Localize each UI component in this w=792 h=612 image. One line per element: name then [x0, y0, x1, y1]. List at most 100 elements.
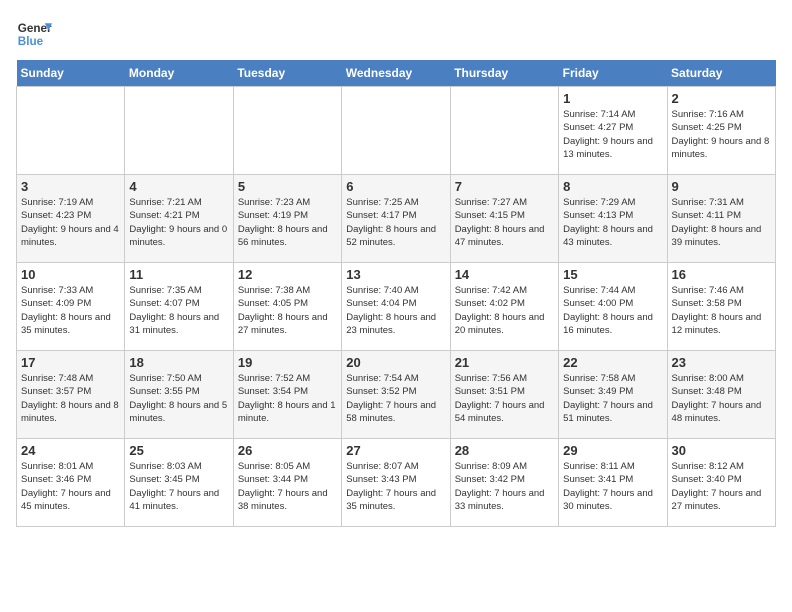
day-info: Sunrise: 7:52 AM Sunset: 3:54 PM Dayligh…: [238, 372, 337, 425]
calendar-week-row: 1 Sunrise: 7:14 AM Sunset: 4:27 PM Daylig…: [17, 87, 776, 175]
calendar-cell: 13Sunrise: 7:40 AM Sunset: 4:04 PM Dayli…: [342, 263, 450, 351]
day-info: Sunrise: 8:09 AM Sunset: 3:42 PM Dayligh…: [455, 460, 554, 513]
calendar-cell: 19 Sunrise: 7:52 AM Sunset: 3:54 PM Dayli…: [233, 351, 341, 439]
calendar-cell: [342, 87, 450, 175]
day-info: Sunrise: 7:16 AM Sunset: 4:25 PM Dayligh…: [672, 108, 771, 161]
weekday-header: Sunday: [17, 60, 125, 87]
day-info: Sunrise: 8:03 AM Sunset: 3:45 PM Dayligh…: [129, 460, 228, 513]
day-info: Sunrise: 7:58 AM Sunset: 3:49 PM Dayligh…: [563, 372, 662, 425]
day-number: 13: [346, 267, 445, 282]
day-number: 28: [455, 443, 554, 458]
calendar-cell: 24 Sunrise: 8:01 AM Sunset: 3:46 PM Dayli…: [17, 439, 125, 527]
day-info: Sunrise: 7:29 AM Sunset: 4:13 PM Dayligh…: [563, 196, 662, 249]
calendar-cell: 30Sunrise: 8:12 AM Sunset: 3:40 PM Dayli…: [667, 439, 775, 527]
calendar-cell: 18 Sunrise: 7:50 AM Sunset: 3:55 PM Dayli…: [125, 351, 233, 439]
day-number: 15: [563, 267, 662, 282]
day-info: Sunrise: 7:50 AM Sunset: 3:55 PM Dayligh…: [129, 372, 228, 425]
calendar-cell: 12Sunrise: 7:38 AM Sunset: 4:05 PM Dayli…: [233, 263, 341, 351]
day-info: Sunrise: 7:38 AM Sunset: 4:05 PM Dayligh…: [238, 284, 337, 337]
calendar-cell: [17, 87, 125, 175]
day-info: Sunrise: 7:44 AM Sunset: 4:00 PM Dayligh…: [563, 284, 662, 337]
calendar-cell: 9 Sunrise: 7:31 AM Sunset: 4:11 PM Daylig…: [667, 175, 775, 263]
day-number: 29: [563, 443, 662, 458]
day-info: Sunrise: 8:05 AM Sunset: 3:44 PM Dayligh…: [238, 460, 337, 513]
calendar-cell: 27 Sunrise: 8:07 AM Sunset: 3:43 PM Dayli…: [342, 439, 450, 527]
calendar-cell: 5 Sunrise: 7:23 AM Sunset: 4:19 PM Daylig…: [233, 175, 341, 263]
day-info: Sunrise: 7:25 AM Sunset: 4:17 PM Dayligh…: [346, 196, 445, 249]
day-info: Sunrise: 7:48 AM Sunset: 3:57 PM Dayligh…: [21, 372, 120, 425]
calendar-cell: 22 Sunrise: 7:58 AM Sunset: 3:49 PM Dayli…: [559, 351, 667, 439]
day-number: 24: [21, 443, 120, 458]
day-number: 20: [346, 355, 445, 370]
day-number: 3: [21, 179, 120, 194]
day-info: Sunrise: 7:35 AM Sunset: 4:07 PM Dayligh…: [129, 284, 228, 337]
calendar-week-row: 3 Sunrise: 7:19 AM Sunset: 4:23 PM Daylig…: [17, 175, 776, 263]
calendar-cell: 26 Sunrise: 8:05 AM Sunset: 3:44 PM Dayli…: [233, 439, 341, 527]
calendar-cell: 7Sunrise: 7:27 AM Sunset: 4:15 PM Daylig…: [450, 175, 558, 263]
calendar-cell: 17 Sunrise: 7:48 AM Sunset: 3:57 PM Dayli…: [17, 351, 125, 439]
weekday-header: Thursday: [450, 60, 558, 87]
weekday-header-row: SundayMondayTuesdayWednesdayThursdayFrid…: [17, 60, 776, 87]
calendar-cell: 20 Sunrise: 7:54 AM Sunset: 3:52 PM Dayli…: [342, 351, 450, 439]
day-number: 22: [563, 355, 662, 370]
day-info: Sunrise: 7:33 AM Sunset: 4:09 PM Dayligh…: [21, 284, 120, 337]
day-info: Sunrise: 7:19 AM Sunset: 4:23 PM Dayligh…: [21, 196, 120, 249]
day-number: 16: [672, 267, 771, 282]
calendar-cell: 14 Sunrise: 7:42 AM Sunset: 4:02 PM Dayli…: [450, 263, 558, 351]
logo-icon: General Blue: [16, 16, 52, 52]
calendar-cell: 25 Sunrise: 8:03 AM Sunset: 3:45 PM Dayli…: [125, 439, 233, 527]
calendar-cell: 2Sunrise: 7:16 AM Sunset: 4:25 PM Daylig…: [667, 87, 775, 175]
day-number: 11: [129, 267, 228, 282]
day-number: 30: [672, 443, 771, 458]
day-number: 4: [129, 179, 228, 194]
day-number: 8: [563, 179, 662, 194]
day-number: 25: [129, 443, 228, 458]
calendar-cell: [125, 87, 233, 175]
day-info: Sunrise: 7:31 AM Sunset: 4:11 PM Dayligh…: [672, 196, 771, 249]
calendar-cell: [233, 87, 341, 175]
day-number: 26: [238, 443, 337, 458]
calendar-cell: 1 Sunrise: 7:14 AM Sunset: 4:27 PM Daylig…: [559, 87, 667, 175]
day-info: Sunrise: 8:01 AM Sunset: 3:46 PM Dayligh…: [21, 460, 120, 513]
weekday-header: Tuesday: [233, 60, 341, 87]
logo: General Blue: [16, 16, 52, 52]
calendar-cell: 10 Sunrise: 7:33 AM Sunset: 4:09 PM Dayli…: [17, 263, 125, 351]
day-number: 21: [455, 355, 554, 370]
day-info: Sunrise: 8:07 AM Sunset: 3:43 PM Dayligh…: [346, 460, 445, 513]
day-info: Sunrise: 7:42 AM Sunset: 4:02 PM Dayligh…: [455, 284, 554, 337]
day-info: Sunrise: 8:11 AM Sunset: 3:41 PM Dayligh…: [563, 460, 662, 513]
calendar-cell: 28 Sunrise: 8:09 AM Sunset: 3:42 PM Dayli…: [450, 439, 558, 527]
day-number: 10: [21, 267, 120, 282]
day-info: Sunrise: 7:54 AM Sunset: 3:52 PM Dayligh…: [346, 372, 445, 425]
calendar-week-row: 17 Sunrise: 7:48 AM Sunset: 3:57 PM Dayli…: [17, 351, 776, 439]
day-number: 1: [563, 91, 662, 106]
calendar-cell: 6Sunrise: 7:25 AM Sunset: 4:17 PM Daylig…: [342, 175, 450, 263]
day-number: 9: [672, 179, 771, 194]
day-info: Sunrise: 7:14 AM Sunset: 4:27 PM Dayligh…: [563, 108, 662, 161]
day-info: Sunrise: 7:27 AM Sunset: 4:15 PM Dayligh…: [455, 196, 554, 249]
calendar-cell: 3 Sunrise: 7:19 AM Sunset: 4:23 PM Daylig…: [17, 175, 125, 263]
calendar-cell: 8 Sunrise: 7:29 AM Sunset: 4:13 PM Daylig…: [559, 175, 667, 263]
day-number: 5: [238, 179, 337, 194]
calendar-cell: 11 Sunrise: 7:35 AM Sunset: 4:07 PM Dayli…: [125, 263, 233, 351]
calendar-cell: 15 Sunrise: 7:44 AM Sunset: 4:00 PM Dayli…: [559, 263, 667, 351]
day-info: Sunrise: 8:00 AM Sunset: 3:48 PM Dayligh…: [672, 372, 771, 425]
calendar-cell: [450, 87, 558, 175]
calendar-cell: 16Sunrise: 7:46 AM Sunset: 3:58 PM Dayli…: [667, 263, 775, 351]
page-header: General Blue: [16, 16, 776, 52]
calendar-table: SundayMondayTuesdayWednesdayThursdayFrid…: [16, 60, 776, 527]
weekday-header: Friday: [559, 60, 667, 87]
day-number: 18: [129, 355, 228, 370]
weekday-header: Saturday: [667, 60, 775, 87]
weekday-header: Monday: [125, 60, 233, 87]
day-number: 19: [238, 355, 337, 370]
day-info: Sunrise: 7:23 AM Sunset: 4:19 PM Dayligh…: [238, 196, 337, 249]
day-number: 27: [346, 443, 445, 458]
day-info: Sunrise: 7:21 AM Sunset: 4:21 PM Dayligh…: [129, 196, 228, 249]
calendar-week-row: 10 Sunrise: 7:33 AM Sunset: 4:09 PM Dayli…: [17, 263, 776, 351]
day-number: 17: [21, 355, 120, 370]
calendar-cell: 21Sunrise: 7:56 AM Sunset: 3:51 PM Dayli…: [450, 351, 558, 439]
day-number: 14: [455, 267, 554, 282]
calendar-week-row: 24 Sunrise: 8:01 AM Sunset: 3:46 PM Dayli…: [17, 439, 776, 527]
calendar-cell: 29 Sunrise: 8:11 AM Sunset: 3:41 PM Dayli…: [559, 439, 667, 527]
